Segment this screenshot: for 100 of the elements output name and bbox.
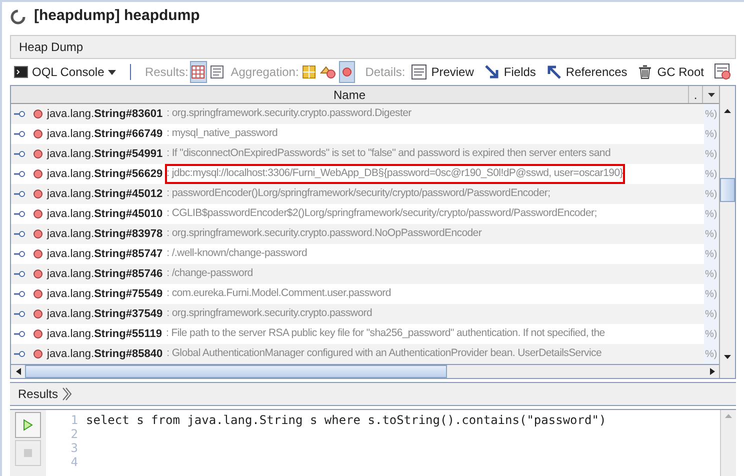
toggle-button[interactable] [339,61,356,83]
table-row[interactable]: java.lang.String#85840 : Global AuthenticationManager configured with an AuthenticationProvider bean. UserDetailsService %) [11,344,719,364]
line-number: 1 [70,413,78,427]
object-type: java.lang.String#83978 [47,226,163,242]
object-dot-icon [33,129,43,139]
object-type: java.lang.String#56629 [47,166,163,182]
object-dot-icon [33,169,43,179]
object-dot-icon [33,209,43,219]
object-value: : mysql_native_password [166,126,278,142]
heap-dump-tab[interactable]: Heap Dump [10,35,736,59]
arrow-left-icon [16,368,20,375]
expand-handle-icon[interactable] [14,270,26,278]
expand-handle-icon[interactable] [14,230,26,238]
object-dot-icon [33,349,43,359]
object-dot-icon [33,109,43,119]
object-type: java.lang.String#54991 [47,146,163,162]
table-row[interactable]: java.lang.String#85746 : /change-password %) [11,264,719,284]
expand-handle-icon[interactable] [14,190,26,198]
table-cell: %) [704,244,719,264]
object-value: : jdbc:mysql://localhost:3306/Furni_WebApp_DB§{password=0sc@r190_S0l!dP@sswd, user=oscar190} [166,166,623,182]
expand-handle-icon[interactable] [14,330,26,338]
object-value: : /.well-known/change-password [166,246,307,262]
object-value: : /change-password [166,266,253,282]
scroll-thumb[interactable] [720,178,735,202]
scroll-thumb[interactable] [25,365,447,378]
expand-handle-icon[interactable] [14,110,26,118]
line-number: 2 [70,427,78,441]
arrow-up-icon [725,414,732,418]
arrow-up-icon [724,109,731,113]
expand-handle-icon[interactable] [14,170,26,178]
object-dot-icon [33,289,43,299]
expand-handle-icon[interactable] [14,250,26,258]
play-icon [23,419,33,431]
table-cell: %) [704,224,719,244]
object-value: : com.eureka.Furni.Model.Comment.user.password [166,286,391,302]
table-row[interactable]: java.lang.String#83978 : org.springframework.security.crypto.password.NoOpPasswordEncoder %) [11,224,719,244]
line-number: 3 [70,441,78,455]
run-button[interactable] [15,412,41,438]
document-shapes-icon [714,63,732,81]
object-type: java.lang.String#45010 [47,206,163,222]
window-title: [heapdump] heapdump [34,6,200,26]
object-dot-icon [33,189,43,199]
object-value: : passwordEncoder()Lorg/springframework/security/crypto/password/PasswordEncoder; [166,186,550,202]
object-value: : File path to the server RSA public key file for "sha256_password" authentication. If not specified, the [166,326,605,342]
table-row[interactable]: java.lang.String#75549 : com.eureka.Furni.Model.Comment.user.password %) [11,284,719,304]
object-value: : org.springframework.security.crypto.password [166,306,372,322]
console-icon [14,66,28,78]
arrow-right-icon [710,368,714,375]
table-view-icon [191,65,206,79]
object-value: : org.springframework.security.crypto.password.Digester [166,106,412,122]
code-editor[interactable]: select s from java.lang.String s where s.toString().contains("password") [86,413,720,476]
group-label: Details: [365,64,406,81]
table-cell: %) [704,104,719,124]
expand-handle-icon[interactable] [14,210,26,218]
table-row[interactable]: java.lang.String#37549 : org.springframework.security.crypto.password %) [11,304,719,324]
column-header[interactable]: . [689,86,703,103]
dot-icon [342,67,352,77]
table-row[interactable]: java.lang.String#55119 : File path to the server RSA public key file for "sha256_password" authentication. If not specified, the %) [11,324,719,344]
object-dot-icon [33,309,43,319]
details-button[interactable]: GC Root [633,63,708,81]
table-cell: %) [704,344,719,364]
column-header[interactable]: Name [11,86,689,103]
object-type: java.lang.String#75549 [47,286,163,302]
group-label: Aggregation: [230,64,299,81]
details-button[interactable]: References [542,63,632,81]
table-row[interactable]: java.lang.String#54991 : If "disconnectOnExpiredPasswords" is set to "false" and password is expired then server enters sand %) [11,144,719,164]
table-cell: %) [704,184,719,204]
table-row[interactable]: java.lang.String#45010 : CGLIB$passwordEncoder$2()Lorg/springframework/security/crypto/password/PasswordEncoder; %) [11,204,719,224]
oql-console-button[interactable]: OQL Console [10,63,120,81]
details-button[interactable]: Fields [480,63,540,81]
object-type: java.lang.String#45012 [47,186,163,202]
spinner-icon [10,8,26,24]
expand-handle-icon[interactable] [14,350,26,358]
caret-icon [108,70,116,74]
object-type: java.lang.String#85747 [47,246,163,262]
object-value: : org.springframework.security.crypto.password.NoOpPasswordEncoder [166,226,482,242]
table-row[interactable]: java.lang.String#56629 : jdbc:mysql://localhost:3306/Furni_WebApp_DB§{password=0sc@r190_S0l!dP@sswd, user=oscar190} %) [11,164,719,184]
toggle-button[interactable] [190,61,207,83]
expand-handle-icon[interactable] [14,310,26,318]
shapes-icon [320,65,336,79]
table-row[interactable]: java.lang.String#83601 : org.springframework.security.crypto.password.Digester %) [11,104,719,124]
object-type: java.lang.String#85840 [47,346,163,362]
editor-scrollbar[interactable] [720,410,736,476]
table-cell: %) [704,264,719,284]
group-label: Results: [144,64,188,81]
table-row[interactable]: java.lang.String#85747 : /.well-known/change-password %) [11,244,719,264]
table-row[interactable]: java.lang.String#45012 : passwordEncoder()Lorg/springframework/security/crypto/password/PasswordEncoder; %) [11,184,719,204]
arrow-down-right-icon [484,64,500,80]
table-row[interactable]: java.lang.String#66749 : mysql_native_password %) [11,124,719,144]
details-button[interactable]: Preview [407,63,478,81]
table-cell: %) [704,124,719,144]
table-cell: %) [704,164,719,184]
object-dot-icon [33,269,43,279]
object-type: java.lang.String#37549 [47,306,163,322]
table-cell: %) [704,324,719,344]
trash-icon [637,64,654,80]
expand-handle-icon[interactable] [14,150,26,158]
expand-handle-icon[interactable] [14,290,26,298]
object-dot-icon [33,149,43,159]
expand-handle-icon[interactable] [14,130,26,138]
